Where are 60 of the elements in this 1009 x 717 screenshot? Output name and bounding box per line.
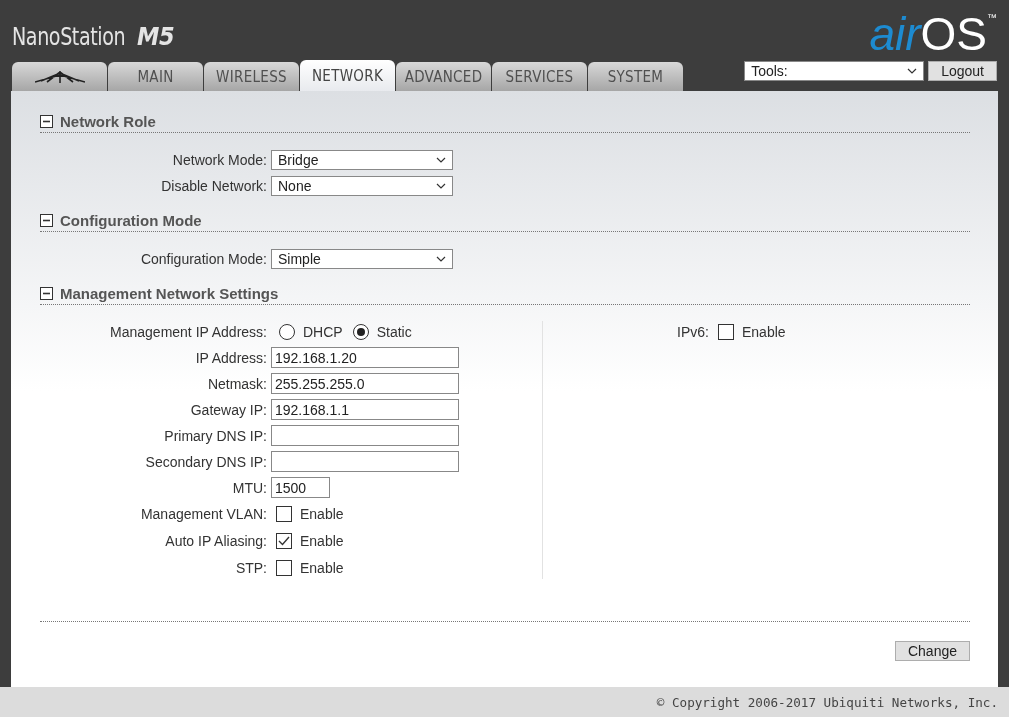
- collapse-icon[interactable]: [40, 115, 53, 128]
- text-field[interactable]: 1500: [271, 477, 330, 498]
- nav-tab[interactable]: WIRELESS: [204, 62, 299, 91]
- radio-label: Static: [376, 323, 412, 340]
- field-label: Disable Network:: [160, 177, 268, 194]
- section-title: Configuration Mode: [60, 212, 202, 229]
- tools-dropdown[interactable]: Tools:: [744, 61, 925, 81]
- field-label: IPv6:: [676, 324, 710, 340]
- nav-tab[interactable]: NETWORK: [300, 60, 395, 91]
- collapse-icon[interactable]: [40, 287, 53, 300]
- antenna-logo-icon: [34, 70, 85, 83]
- radio-label: DHCP: [303, 323, 343, 340]
- checkbox-label: Enable: [300, 560, 344, 576]
- dropdown-caret-icon: [436, 156, 446, 163]
- brand-logo: airOS™: [869, 9, 997, 55]
- field-label: STP:: [234, 560, 268, 576]
- radio-button[interactable]: [279, 323, 295, 340]
- checkbox-label: Enable: [300, 506, 344, 522]
- checkbox[interactable]: [276, 560, 292, 576]
- field-label: Primary DNS IP:: [163, 427, 268, 444]
- field-label: Netmask:: [206, 375, 268, 392]
- checkbox-label: Enable: [742, 324, 786, 340]
- radio-button[interactable]: [352, 323, 369, 340]
- nav-tab[interactable]: MAIN: [108, 62, 203, 91]
- logout-button[interactable]: Logout: [928, 61, 997, 81]
- text-field[interactable]: 255.255.255.0: [271, 373, 459, 394]
- checkbox[interactable]: [276, 506, 292, 522]
- field-label: MTU:: [231, 479, 268, 496]
- collapse-icon[interactable]: [40, 214, 53, 227]
- field-label: Management VLAN:: [139, 506, 268, 522]
- checkbox-label: Enable: [300, 533, 344, 549]
- text-field[interactable]: [271, 451, 459, 472]
- nav-tab[interactable]: SYSTEM: [588, 62, 683, 91]
- nav-tab[interactable]: SERVICES: [492, 62, 587, 91]
- nav-tab[interactable]: ADVANCED: [396, 62, 491, 91]
- field-label: Secondary DNS IP:: [144, 453, 268, 470]
- logo-tab[interactable]: [12, 62, 107, 91]
- copyright-text: © Copyright 2006-2017 Ubiquiti Networks, Inc.: [656, 694, 998, 710]
- model-name: M5: [137, 22, 175, 51]
- field-label: Gateway IP:: [189, 401, 268, 418]
- text-field[interactable]: 192.168.1.1: [271, 399, 459, 420]
- field-label: IP Address:: [194, 349, 268, 366]
- field-label: Configuration Mode:: [139, 250, 268, 267]
- text-field[interactable]: 192.168.1.20: [271, 347, 459, 368]
- checkbox[interactable]: [718, 324, 734, 340]
- section-title: Management Network Settings: [60, 285, 279, 302]
- dropdown-caret-icon: [436, 182, 446, 189]
- section-title: Network Role: [60, 113, 156, 130]
- dropdown-field[interactable]: Bridge: [271, 149, 453, 170]
- dropdown-caret-icon: [907, 68, 918, 74]
- change-button[interactable]: Change: [894, 641, 970, 661]
- dropdown-field[interactable]: None: [271, 175, 453, 196]
- field-label: Auto IP Aliasing:: [164, 533, 268, 549]
- dropdown-field[interactable]: Simple: [271, 248, 453, 269]
- field-label: Network Mode:: [171, 151, 268, 168]
- text-field[interactable]: [271, 425, 459, 446]
- dropdown-caret-icon: [436, 255, 446, 262]
- checkbox[interactable]: [276, 533, 292, 549]
- field-label: Management IP Address:: [109, 323, 268, 340]
- product-name: NanoStation: [12, 22, 126, 51]
